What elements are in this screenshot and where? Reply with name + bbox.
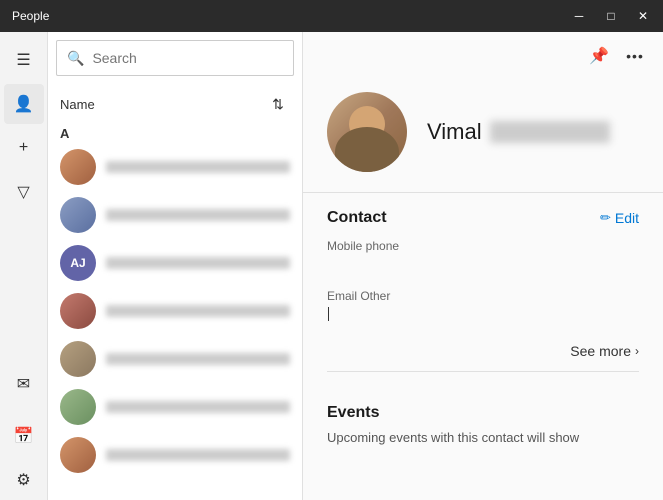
avatar bbox=[60, 389, 96, 425]
close-button[interactable]: ✕ bbox=[635, 9, 651, 23]
maximize-button[interactable]: □ bbox=[603, 9, 619, 23]
chevron-right-icon: › bbox=[635, 344, 639, 358]
avatar bbox=[60, 437, 96, 473]
contact-list-panel: 🔍 Name ⇅ A bbox=[48, 32, 303, 500]
list-item[interactable]: AJ bbox=[48, 239, 302, 287]
contact-icon: 👤 bbox=[14, 94, 34, 114]
list-item[interactable] bbox=[48, 191, 302, 239]
minimize-button[interactable]: ─ bbox=[571, 9, 587, 23]
contact-section-title: Contact bbox=[327, 209, 387, 227]
email-other-label: Email Other bbox=[327, 289, 639, 303]
main-content: ☰ 👤 + ▽ ✉ 📅 ⚙ 🔍 bbox=[0, 32, 663, 500]
mobile-phone-field: Mobile phone bbox=[327, 239, 639, 273]
contact-name bbox=[106, 401, 290, 413]
see-more-label: See more bbox=[570, 343, 631, 359]
contact-name bbox=[106, 305, 290, 317]
edit-icon: ✏ bbox=[600, 210, 611, 226]
events-description: Upcoming events with this contact will s… bbox=[327, 430, 639, 445]
contact-section: Contact ✏ Edit Mobile phone Email Other bbox=[303, 193, 663, 404]
settings-icon: ⚙ bbox=[16, 470, 30, 490]
avatar bbox=[60, 341, 96, 377]
avatar bbox=[60, 293, 96, 329]
mobile-phone-value bbox=[327, 255, 639, 273]
profile-name-display: Vimal bbox=[427, 119, 610, 145]
list-toolbar: Name ⇅ bbox=[48, 84, 302, 124]
settings-button[interactable]: ⚙ bbox=[4, 460, 44, 500]
mail-icon: ✉ bbox=[17, 374, 30, 394]
profile-section: Vimal bbox=[303, 72, 663, 193]
profile-avatar bbox=[327, 92, 407, 172]
avatar bbox=[60, 197, 96, 233]
calendar-nav-button[interactable]: 📅 bbox=[4, 416, 44, 456]
text-cursor bbox=[328, 307, 329, 321]
app-title: People bbox=[12, 9, 49, 23]
contact-name bbox=[106, 161, 290, 173]
list-item[interactable] bbox=[48, 335, 302, 383]
contacts-nav-button[interactable]: 👤 bbox=[4, 84, 44, 124]
email-other-value bbox=[327, 305, 639, 323]
window-controls: ─ □ ✕ bbox=[571, 9, 651, 23]
pin-button[interactable]: 📌 bbox=[583, 40, 615, 72]
hamburger-icon: ☰ bbox=[16, 50, 30, 70]
title-bar: People ─ □ ✕ bbox=[0, 0, 663, 32]
profile-last-name-blurred bbox=[490, 121, 610, 143]
detail-panel: 📌 ••• Vimal Contact bbox=[303, 32, 663, 500]
contact-list: AJ bbox=[48, 143, 302, 500]
edit-label: Edit bbox=[615, 210, 639, 226]
more-options-button[interactable]: ••• bbox=[619, 40, 651, 72]
see-more-row: See more › bbox=[327, 339, 639, 372]
pin-icon: 📌 bbox=[589, 46, 609, 66]
sort-button[interactable]: ⇅ bbox=[262, 88, 294, 120]
contact-name bbox=[106, 449, 290, 461]
search-bar[interactable]: 🔍 bbox=[56, 40, 294, 76]
sort-icon: ⇅ bbox=[272, 96, 284, 113]
profile-first-name: Vimal bbox=[427, 119, 482, 145]
list-item[interactable] bbox=[48, 431, 302, 479]
avatar bbox=[60, 149, 96, 185]
more-icon: ••• bbox=[626, 48, 644, 64]
events-title: Events bbox=[327, 404, 639, 422]
toolbar-icons: ⇅ bbox=[262, 88, 294, 120]
hamburger-menu-button[interactable]: ☰ bbox=[4, 40, 44, 80]
add-contact-button[interactable]: + bbox=[4, 128, 44, 168]
email-other-field: Email Other bbox=[327, 289, 639, 323]
mail-nav-button[interactable]: ✉ bbox=[4, 364, 44, 404]
detail-header-actions: 📌 ••• bbox=[583, 40, 651, 72]
add-icon: + bbox=[19, 139, 28, 157]
contact-name bbox=[106, 257, 290, 269]
list-item[interactable] bbox=[48, 383, 302, 431]
filter-button[interactable]: ▽ bbox=[4, 172, 44, 212]
see-more-button[interactable]: See more › bbox=[570, 343, 639, 359]
calendar-icon: 📅 bbox=[14, 426, 34, 446]
mobile-phone-label: Mobile phone bbox=[327, 239, 639, 253]
search-icon: 🔍 bbox=[67, 50, 84, 67]
section-letter-a: A bbox=[48, 124, 302, 143]
contact-section-header: Contact ✏ Edit bbox=[327, 209, 639, 227]
edit-button[interactable]: ✏ Edit bbox=[600, 210, 639, 226]
search-input[interactable] bbox=[92, 50, 283, 66]
icon-rail: ☰ 👤 + ▽ ✉ 📅 ⚙ bbox=[0, 32, 48, 500]
list-item[interactable] bbox=[48, 143, 302, 191]
list-item[interactable] bbox=[48, 287, 302, 335]
column-name-header: Name bbox=[60, 97, 95, 112]
avatar-initials: AJ bbox=[60, 245, 96, 281]
filter-icon: ▽ bbox=[17, 182, 29, 202]
contact-name bbox=[106, 353, 290, 365]
events-section: Events Upcoming events with this contact… bbox=[303, 404, 663, 445]
contact-name bbox=[106, 209, 290, 221]
